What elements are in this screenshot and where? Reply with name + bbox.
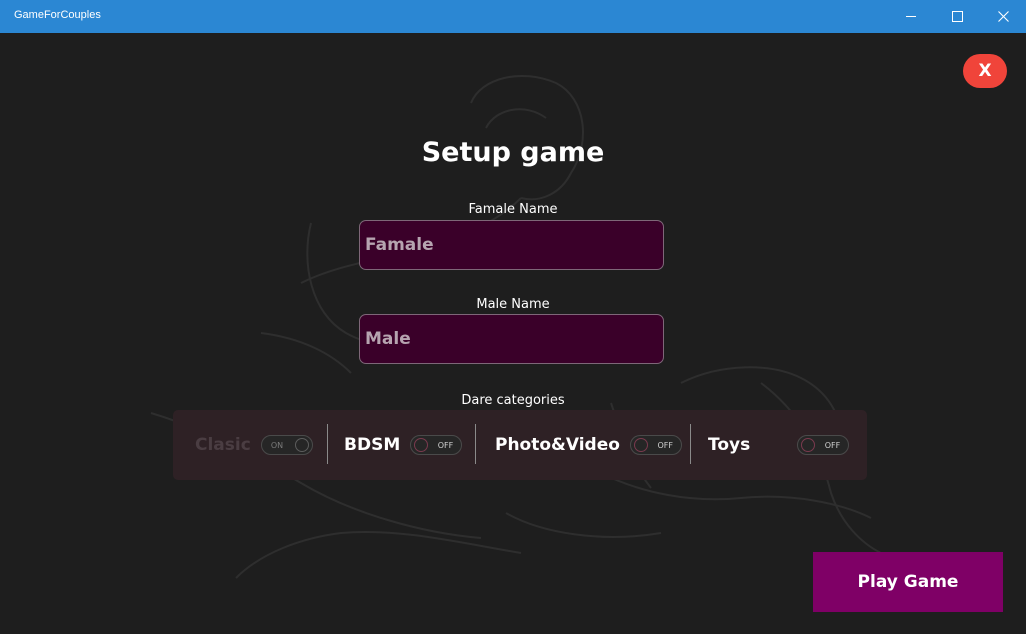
close-window-button[interactable] bbox=[980, 0, 1026, 33]
category-bdsm-label: BDSM bbox=[344, 435, 401, 455]
male-name-label: Male Name bbox=[476, 297, 550, 312]
minimize-button[interactable] bbox=[888, 0, 934, 33]
category-photo-video: Photo&Video OFF bbox=[495, 410, 682, 480]
window-title: GameForCouples bbox=[14, 9, 101, 21]
toggle-state-text: OFF bbox=[824, 441, 841, 450]
close-icon bbox=[997, 11, 1009, 22]
exit-button[interactable]: X bbox=[963, 54, 1007, 88]
toggle-knob bbox=[801, 438, 816, 452]
category-divider bbox=[475, 424, 476, 464]
maximize-button[interactable] bbox=[934, 0, 980, 33]
categories-panel: Clasic ON BDSM OFF Photo&Video OFF Toys bbox=[173, 410, 867, 480]
toggle-state-text: OFF bbox=[437, 441, 454, 450]
category-divider bbox=[327, 424, 328, 464]
category-toys-label: Toys bbox=[708, 435, 751, 455]
category-bdsm: BDSM OFF bbox=[344, 410, 463, 480]
male-name-input[interactable]: Male bbox=[359, 314, 664, 364]
toggle-knob bbox=[294, 438, 309, 452]
page-title: Setup game bbox=[421, 137, 605, 168]
male-name-placeholder: Male bbox=[365, 329, 411, 349]
toggle-knob bbox=[414, 438, 429, 452]
app-window: X Setup game Famale Name Famale Male Nam… bbox=[1, 33, 1025, 633]
title-bar: GameForCouples bbox=[0, 0, 1026, 33]
minimize-icon bbox=[906, 16, 916, 17]
category-photo-video-toggle[interactable]: OFF bbox=[629, 435, 682, 455]
dare-categories-label: Dare categories bbox=[461, 393, 565, 408]
category-clasic: Clasic ON bbox=[195, 410, 313, 480]
category-clasic-label: Clasic bbox=[195, 435, 251, 455]
category-toys: Toys OFF bbox=[708, 410, 850, 480]
category-divider bbox=[690, 424, 691, 464]
female-name-label: Famale Name bbox=[468, 202, 558, 217]
toggle-state-text: OFF bbox=[657, 441, 673, 450]
category-photo-video-label: Photo&Video bbox=[495, 435, 620, 455]
female-name-input[interactable]: Famale bbox=[359, 220, 664, 270]
maximize-icon bbox=[951, 11, 963, 22]
category-clasic-toggle[interactable]: ON bbox=[260, 435, 313, 455]
toggle-knob bbox=[633, 438, 648, 452]
category-bdsm-toggle[interactable]: OFF bbox=[410, 435, 463, 455]
female-name-placeholder: Famale bbox=[365, 235, 434, 255]
category-toys-toggle[interactable]: OFF bbox=[797, 435, 850, 455]
toggle-state-text: ON bbox=[270, 441, 284, 450]
play-game-button[interactable]: Play Game bbox=[813, 552, 1003, 612]
